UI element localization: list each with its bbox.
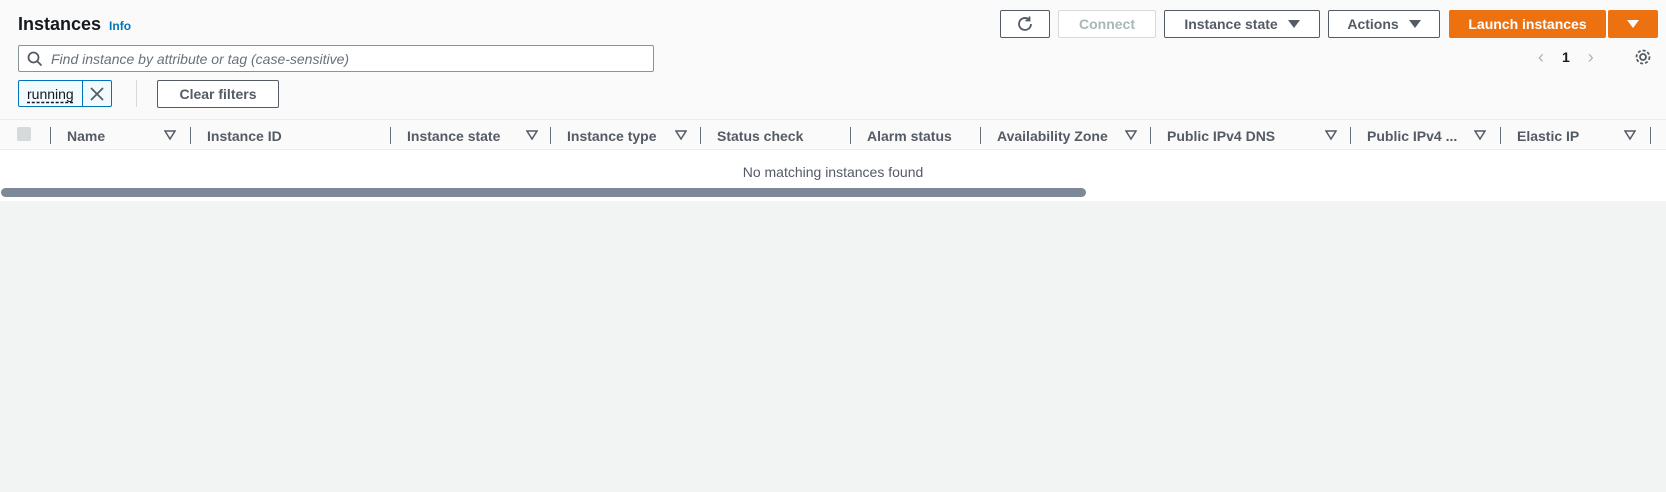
connect-button[interactable]: Connect: [1058, 10, 1156, 38]
refresh-icon: [1018, 16, 1032, 31]
column-header-status-check[interactable]: Status check: [717, 120, 803, 151]
sort-icon[interactable]: [1325, 129, 1337, 141]
column-header-name[interactable]: Name: [67, 120, 105, 151]
column-divider: [390, 127, 391, 144]
column-header-instance-type[interactable]: Instance type: [567, 120, 656, 151]
current-page[interactable]: 1: [1562, 49, 1570, 65]
sort-icon[interactable]: [1624, 129, 1636, 141]
sort-icon[interactable]: [526, 129, 538, 141]
column-divider: [1500, 127, 1501, 144]
column-divider: [700, 127, 701, 144]
sort-icon[interactable]: [164, 129, 176, 141]
launch-instances-dropdown[interactable]: [1608, 10, 1658, 38]
page-title: Instances: [18, 14, 102, 34]
filter-token-label[interactable]: running: [19, 81, 82, 106]
column-divider: [50, 127, 51, 144]
horizontal-scrollbar[interactable]: [1, 188, 1086, 197]
launch-instances-label: Launch instances: [1468, 16, 1587, 32]
search-input[interactable]: [51, 50, 641, 67]
remove-filter-button[interactable]: [81, 81, 111, 106]
column-header-alarm-status[interactable]: Alarm status: [867, 120, 952, 151]
next-page-icon[interactable]: ›: [1588, 48, 1594, 66]
column-header-availability-zone[interactable]: Availability Zone: [997, 120, 1108, 151]
header: Instances Info: [18, 14, 131, 35]
search-box: [18, 45, 654, 72]
previous-page-icon[interactable]: ‹: [1538, 48, 1544, 66]
sort-icon[interactable]: [1125, 129, 1137, 141]
column-divider: [550, 127, 551, 144]
sort-icon[interactable]: [675, 129, 687, 141]
connect-label: Connect: [1079, 16, 1135, 32]
instances-panel: Instances Info Connect Instance state Ac…: [0, 0, 1666, 201]
instance-state-button[interactable]: Instance state: [1164, 10, 1320, 38]
select-all-checkbox[interactable]: [17, 127, 31, 141]
pagination: ‹ 1 ›: [1538, 48, 1594, 66]
column-divider: [1650, 127, 1651, 144]
filter-divider: [136, 80, 137, 107]
search-icon: [27, 51, 43, 66]
column-divider: [190, 127, 191, 144]
column-divider: [1150, 127, 1151, 144]
instance-state-label: Instance state: [1184, 16, 1278, 32]
column-header-public-ipv4-dns[interactable]: Public IPv4 DNS: [1167, 120, 1275, 151]
column-header-elastic-ip[interactable]: Elastic IP: [1517, 120, 1579, 151]
actions-label: Actions: [1347, 16, 1399, 32]
info-link[interactable]: Info: [109, 19, 131, 33]
column-header-public-ipv4-address[interactable]: Public IPv4 ...: [1367, 120, 1457, 151]
clear-filters-button[interactable]: Clear filters: [157, 80, 279, 108]
caret-down-icon: [1287, 20, 1300, 28]
column-divider: [1350, 127, 1351, 144]
column-divider: [980, 127, 981, 144]
column-header-instance-state[interactable]: Instance state: [407, 120, 500, 151]
column-divider: [850, 127, 851, 144]
settings-gear-icon[interactable]: [1634, 48, 1652, 66]
sort-icon[interactable]: [1474, 129, 1486, 141]
filter-token: running: [18, 80, 112, 107]
launch-instances-button[interactable]: Launch instances: [1449, 10, 1606, 38]
column-header-instance-id[interactable]: Instance ID: [207, 120, 282, 151]
table-header: Name Instance ID Instance state Instance…: [0, 119, 1666, 150]
actions-button[interactable]: Actions: [1328, 10, 1440, 38]
caret-down-icon: [1408, 20, 1421, 28]
empty-state-message: No matching instances found: [742, 164, 924, 180]
clear-filters-label: Clear filters: [179, 86, 257, 102]
close-icon: [90, 86, 104, 101]
refresh-button[interactable]: [1000, 10, 1050, 38]
caret-down-icon: [1627, 20, 1639, 28]
